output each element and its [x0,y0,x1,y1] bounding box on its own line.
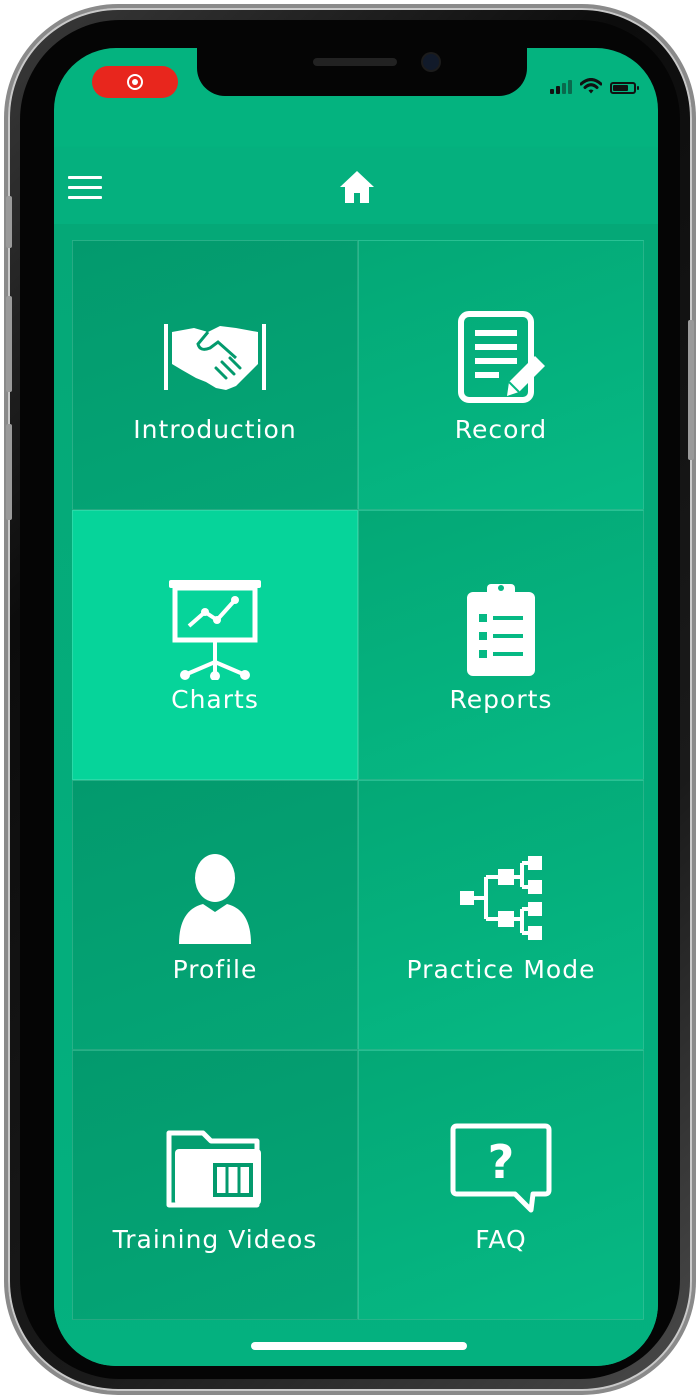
menu-tile-label: Charts [171,685,259,714]
wifi-icon [580,78,602,94]
cellular-signal-icon [550,80,572,94]
notch [197,48,527,96]
clipboard-checklist-icon [446,573,556,683]
menu-tile-reports[interactable]: Reports [358,510,644,780]
menu-tile-label: Profile [172,955,258,984]
record-icon [127,74,143,90]
menu-tile-profile[interactable]: Profile [72,780,358,1050]
menu-tile-faq[interactable]: ? FAQ [358,1050,644,1320]
user-icon [160,843,270,953]
menu-tile-label: Introduction [133,415,297,444]
menu-grid: Introduction Record Charts Reports Profi… [72,240,644,1320]
front-camera [423,54,439,70]
home-indicator[interactable] [251,1342,467,1350]
side-button-power [688,320,694,460]
menu-tile-introduction[interactable]: Introduction [72,240,358,510]
menu-tile-record[interactable]: Record [358,240,644,510]
menu-tile-charts[interactable]: Charts [72,510,358,780]
app-screen: Introduction Record Charts Reports Profi… [54,48,658,1366]
home-button[interactable] [338,168,376,206]
menu-tile-label: Practice Mode [406,955,596,984]
menu-tile-label: Reports [449,685,553,714]
presentation-chart-icon [160,573,270,683]
status-icons [550,76,639,94]
menu-tile-label: FAQ [475,1225,527,1254]
question-bubble-icon: ? [446,1113,556,1223]
speaker-grille [313,58,397,66]
screen-recording-indicator[interactable] [92,66,178,98]
menu-tile-label: Training Videos [112,1225,318,1254]
status-bar [54,48,658,104]
home-icon [340,171,374,203]
side-button-mute [6,196,12,248]
svg-text:?: ? [488,1135,515,1189]
menu-tile-label: Record [454,415,548,444]
main-content: Introduction Record Charts Reports Profi… [54,224,658,1366]
document-edit-icon [446,303,556,413]
hamburger-menu-icon [68,176,104,199]
side-button-volume-up [6,296,12,392]
side-button-volume-down [6,424,12,520]
battery-icon [610,82,639,94]
handshake-icon [160,303,270,413]
menu-tile-practice-mode[interactable]: Practice Mode [358,780,644,1050]
hamburger-menu-button[interactable] [68,176,104,206]
video-folder-icon [160,1113,270,1223]
top-navigation-bar [54,148,658,224]
menu-tile-training-videos[interactable]: Training Videos [72,1050,358,1320]
hierarchy-icon [446,843,556,953]
